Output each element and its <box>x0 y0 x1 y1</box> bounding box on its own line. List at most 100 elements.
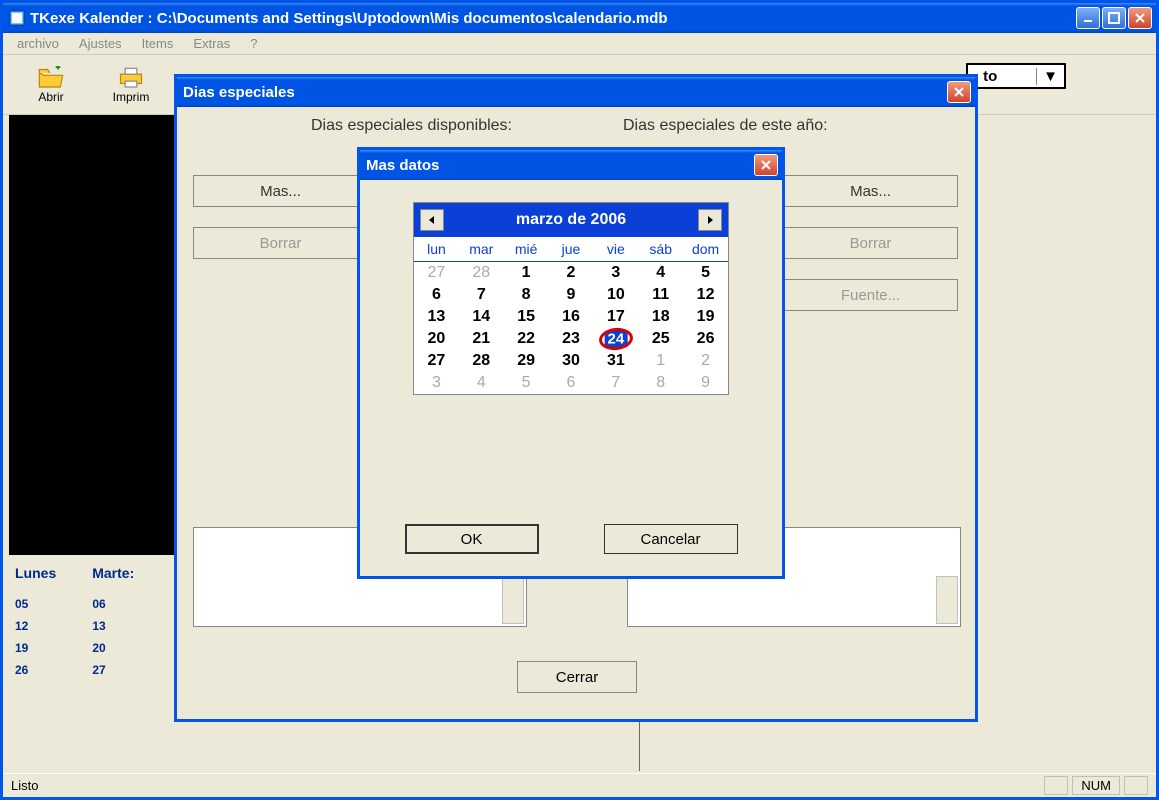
calendar-day[interactable]: 6 <box>414 284 459 306</box>
calendar-day[interactable]: 28 <box>459 350 504 372</box>
preview-day: 13 <box>92 619 105 633</box>
calendar-day[interactable]: 17 <box>593 306 638 328</box>
calendar-header: marzo de 2006 <box>414 203 728 237</box>
menu-items[interactable]: Items <box>132 34 184 53</box>
calendar-day[interactable]: 31 <box>593 350 638 372</box>
close-button[interactable] <box>1128 7 1152 29</box>
main-title-text: TKexe Kalender : C:\Documents and Settin… <box>30 10 1076 27</box>
calendar-day[interactable]: 24 <box>593 328 638 350</box>
calendar-day[interactable]: 21 <box>459 328 504 350</box>
mas-datos-dialog: Mas datos marzo de 2006 lunmarmiéjuevies… <box>357 147 785 579</box>
toolbar-imprim-label: Imprim <box>113 90 150 104</box>
app-icon <box>9 10 25 26</box>
menu-ajustes[interactable]: Ajustes <box>69 34 132 53</box>
calendar-day[interactable]: 3 <box>593 262 638 284</box>
masdatos-close-button[interactable] <box>754 154 778 176</box>
menu-archivo[interactable]: archivo <box>7 34 69 53</box>
calendar-day[interactable]: 12 <box>683 284 728 306</box>
statusbar: Listo NUM <box>3 773 1156 797</box>
masdatos-title: Mas datos <box>366 157 754 174</box>
preview-day: 26 <box>15 663 28 677</box>
preview-day: 06 <box>92 597 105 611</box>
calendar-day[interactable]: 8 <box>504 284 549 306</box>
menu-extras[interactable]: Extras <box>183 34 240 53</box>
calendar-day[interactable]: 14 <box>459 306 504 328</box>
calendar-day[interactable]: 22 <box>504 328 549 350</box>
preview-day: 12 <box>15 619 28 633</box>
status-num: NUM <box>1072 776 1120 795</box>
next-month-button[interactable] <box>698 209 722 231</box>
calendar-day-header: lun <box>414 237 459 262</box>
calendar-day-header: mar <box>459 237 504 262</box>
calendar-day[interactable]: 27 <box>414 262 459 284</box>
calendar-day[interactable]: 8 <box>638 372 683 394</box>
preview-day: 20 <box>92 641 105 655</box>
calendar-day[interactable]: 6 <box>549 372 594 394</box>
zoom-value: to <box>983 68 997 85</box>
ok-button[interactable]: OK <box>405 524 539 554</box>
cerrar-button[interactable]: Cerrar <box>517 661 637 693</box>
calendar-day[interactable]: 28 <box>459 262 504 284</box>
chevron-down-icon: ▼ <box>1036 68 1058 85</box>
label-este-ano: Dias especiales de este año: <box>623 117 828 135</box>
masdatos-titlebar[interactable]: Mas datos <box>360 150 782 180</box>
calendar-day[interactable]: 26 <box>683 328 728 350</box>
preview-day: 05 <box>15 597 28 611</box>
calendar-day[interactable]: 4 <box>459 372 504 394</box>
preview-head-lunes: Lunes <box>15 565 56 581</box>
calendar-day[interactable]: 5 <box>504 372 549 394</box>
preview-panel <box>9 115 189 555</box>
calendar-day-header: dom <box>683 237 728 262</box>
calendar-grid: lunmarmiéjueviesábdom2728123456789101112… <box>414 237 728 394</box>
calendar-day[interactable]: 13 <box>414 306 459 328</box>
toolbar-abrir-label: Abrir <box>38 90 63 104</box>
calendar-day[interactable]: 7 <box>459 284 504 306</box>
prev-month-button[interactable] <box>420 209 444 231</box>
minimize-button[interactable] <box>1076 7 1100 29</box>
calendar-day[interactable]: 27 <box>414 350 459 372</box>
calendar-day[interactable]: 23 <box>549 328 594 350</box>
calendar-day[interactable]: 7 <box>593 372 638 394</box>
calendar-day[interactable]: 5 <box>683 262 728 284</box>
calendar-day[interactable]: 9 <box>549 284 594 306</box>
fuente-button[interactable]: Fuente... <box>783 279 958 311</box>
calendar-day[interactable]: 15 <box>504 306 549 328</box>
main-titlebar[interactable]: TKexe Kalender : C:\Documents and Settin… <box>3 3 1156 33</box>
toolbar-abrir[interactable]: Abrir <box>11 66 91 104</box>
dias-close-button[interactable] <box>947 81 971 103</box>
calendar-day[interactable]: 4 <box>638 262 683 284</box>
calendar-day[interactable]: 25 <box>638 328 683 350</box>
calendar-day[interactable]: 29 <box>504 350 549 372</box>
dias-title: Dias especiales <box>183 84 947 101</box>
calendar-day[interactable]: 3 <box>414 372 459 394</box>
menu-help[interactable]: ? <box>240 34 267 53</box>
calendar-day[interactable]: 18 <box>638 306 683 328</box>
status-text: Listo <box>11 778 38 793</box>
cancel-button[interactable]: Cancelar <box>604 524 738 554</box>
calendar-day-header: vie <box>593 237 638 262</box>
preview-day: 27 <box>92 663 105 677</box>
borrar-left-button[interactable]: Borrar <box>193 227 368 259</box>
borrar-right-button[interactable]: Borrar <box>783 227 958 259</box>
calendar-day[interactable]: 10 <box>593 284 638 306</box>
calendar-day[interactable]: 2 <box>549 262 594 284</box>
dias-titlebar[interactable]: Dias especiales <box>177 77 975 107</box>
open-icon <box>37 66 65 90</box>
calendar-day[interactable]: 11 <box>638 284 683 306</box>
calendar-day-header: mié <box>504 237 549 262</box>
toolbar-imprimir[interactable]: Imprim <box>91 66 171 104</box>
calendar-day[interactable]: 1 <box>638 350 683 372</box>
calendar-day[interactable]: 9 <box>683 372 728 394</box>
menubar: archivo Ajustes Items Extras ? <box>3 33 1156 55</box>
mas-right-button[interactable]: Mas... <box>783 175 958 207</box>
zoom-select[interactable]: uto ▼ <box>966 63 1066 89</box>
calendar-day[interactable]: 30 <box>549 350 594 372</box>
calendar-day[interactable]: 16 <box>549 306 594 328</box>
calendar-day[interactable]: 2 <box>683 350 728 372</box>
calendar-day[interactable]: 20 <box>414 328 459 350</box>
calendar-day[interactable]: 19 <box>683 306 728 328</box>
mas-left-button[interactable]: Mas... <box>193 175 368 207</box>
preview-day: 19 <box>15 641 28 655</box>
calendar-day[interactable]: 1 <box>504 262 549 284</box>
maximize-button[interactable] <box>1102 7 1126 29</box>
